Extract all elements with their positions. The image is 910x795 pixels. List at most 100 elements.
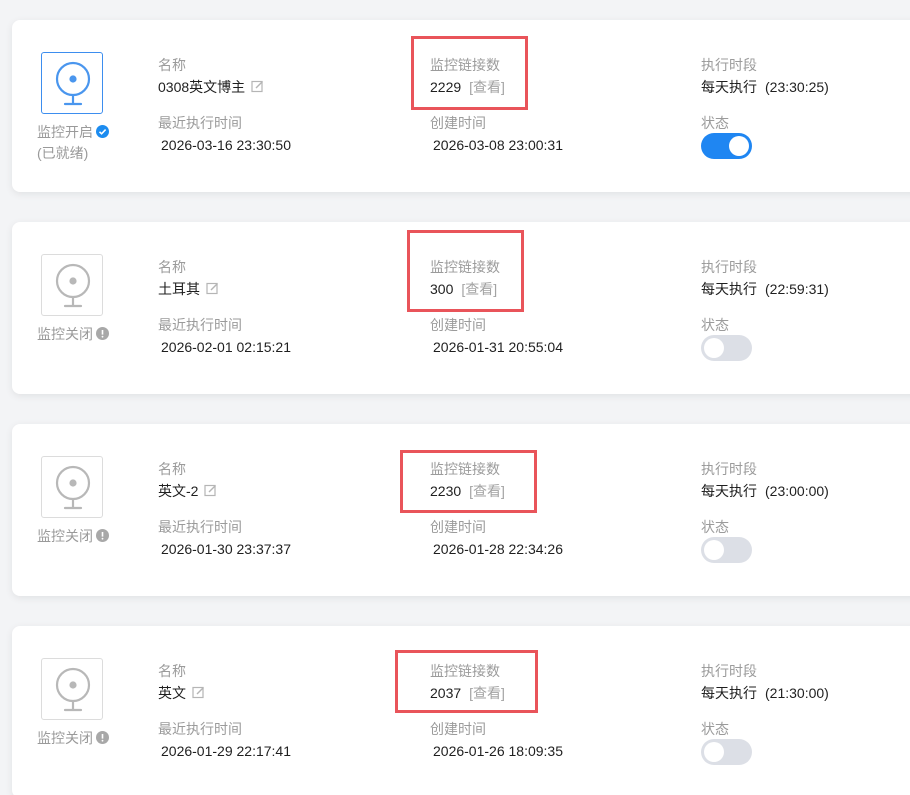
link-count: 2229 [查看] bbox=[430, 78, 505, 96]
status-label: 状态 bbox=[701, 115, 729, 131]
link-count: 2037 [查看] bbox=[430, 684, 505, 702]
schedule-time: (23:00:00) bbox=[765, 483, 829, 499]
name-label: 名称 bbox=[158, 57, 186, 73]
created-label: 创建时间 bbox=[430, 115, 486, 131]
schedule-value: 每天执行 (23:30:25) bbox=[701, 78, 829, 96]
monitor-name: 0308英文博主 bbox=[158, 78, 264, 97]
toggle-knob bbox=[704, 540, 724, 560]
created-value: 2026-03-08 23:00:31 bbox=[430, 136, 563, 154]
status-label: 状态 bbox=[701, 317, 729, 333]
monitor-name-text: 0308英文博主 bbox=[158, 79, 246, 95]
schedule-text: 每天执行 bbox=[701, 79, 757, 95]
created-value: 2026-01-26 18:09:35 bbox=[430, 742, 563, 760]
last-run-value: 2026-01-29 22:17:41 bbox=[158, 742, 291, 760]
last-run-text: 2026-01-29 22:17:41 bbox=[161, 743, 291, 759]
camera-thumbnail bbox=[41, 254, 103, 316]
monitor-toggle[interactable] bbox=[701, 335, 752, 361]
check-circle-icon bbox=[96, 125, 109, 138]
created-text: 2026-01-31 20:55:04 bbox=[433, 339, 563, 355]
webcam-icon bbox=[55, 667, 91, 712]
last-run-text: 2026-02-01 02:15:21 bbox=[161, 339, 291, 355]
monitor-status-text: 监控关闭 bbox=[37, 326, 93, 342]
schedule-label: 执行时段 bbox=[701, 461, 757, 477]
link-count-value: 300 bbox=[430, 281, 454, 297]
monitor-toggle[interactable] bbox=[701, 537, 752, 563]
camera-thumbnail bbox=[41, 456, 103, 518]
monitor-status: 监控开启 (已就绪) bbox=[37, 122, 127, 164]
highlight-box bbox=[395, 650, 538, 713]
toggle-knob bbox=[704, 338, 724, 358]
created-label: 创建时间 bbox=[430, 317, 486, 333]
monitor-toggle[interactable] bbox=[701, 133, 752, 159]
edit-icon[interactable] bbox=[204, 483, 217, 501]
view-links-button[interactable]: [查看] bbox=[469, 483, 505, 499]
monitor-status: 监控关闭 bbox=[37, 526, 127, 547]
edit-icon[interactable] bbox=[192, 685, 205, 703]
monitor-card: 监控关闭 名称 英文-2 最近执行时间 2026-01-30 23:37:37 … bbox=[12, 424, 910, 596]
schedule-value: 每天执行 (22:59:31) bbox=[701, 280, 829, 298]
last-run-label: 最近执行时间 bbox=[158, 317, 242, 333]
created-text: 2026-01-26 18:09:35 bbox=[433, 743, 563, 759]
last-run-value: 2026-01-30 23:37:37 bbox=[158, 540, 291, 558]
schedule-text: 每天执行 bbox=[701, 281, 757, 297]
last-run-value: 2026-03-16 23:30:50 bbox=[158, 136, 291, 154]
created-label: 创建时间 bbox=[430, 519, 486, 535]
schedule-label: 执行时段 bbox=[701, 259, 757, 275]
last-run-value: 2026-02-01 02:15:21 bbox=[158, 338, 291, 356]
edit-icon[interactable] bbox=[251, 79, 264, 97]
webcam-icon bbox=[55, 263, 91, 308]
schedule-label: 执行时段 bbox=[701, 57, 757, 73]
created-value: 2026-01-28 22:34:26 bbox=[430, 540, 563, 558]
created-text: 2026-01-28 22:34:26 bbox=[433, 541, 563, 557]
webcam-icon bbox=[55, 61, 91, 106]
view-links-button[interactable]: [查看] bbox=[461, 281, 497, 297]
schedule-text: 每天执行 bbox=[701, 685, 757, 701]
last-run-text: 2026-01-30 23:37:37 bbox=[161, 541, 291, 557]
camera-thumbnail bbox=[41, 658, 103, 720]
link-count-label: 监控链接数 bbox=[430, 259, 500, 275]
monitor-card: 监控开启 (已就绪) 名称 0308英文博主 最近执行时间 2026-03-16… bbox=[12, 20, 910, 192]
schedule-text: 每天执行 bbox=[701, 483, 757, 499]
monitor-name-text: 英文-2 bbox=[158, 483, 199, 499]
toggle-knob bbox=[704, 742, 724, 762]
exclamation-circle-icon bbox=[96, 529, 109, 542]
exclamation-circle-icon bbox=[96, 327, 109, 340]
created-text: 2026-03-08 23:00:31 bbox=[433, 137, 563, 153]
monitor-status-text: 监控关闭 bbox=[37, 528, 93, 544]
name-label: 名称 bbox=[158, 461, 186, 477]
link-count-label: 监控链接数 bbox=[430, 461, 500, 477]
monitor-name: 英文-2 bbox=[158, 482, 217, 501]
link-count-label: 监控链接数 bbox=[430, 663, 500, 679]
schedule-value: 每天执行 (21:30:00) bbox=[701, 684, 829, 702]
toggle-knob bbox=[729, 136, 749, 156]
monitor-card: 监控关闭 名称 土耳其 最近执行时间 2026-02-01 02:15:21 监… bbox=[12, 222, 910, 394]
monitor-name-text: 英文 bbox=[158, 685, 186, 701]
schedule-time: (21:30:00) bbox=[765, 685, 829, 701]
exclamation-circle-icon bbox=[96, 731, 109, 744]
link-count-value: 2230 bbox=[430, 483, 462, 499]
last-run-label: 最近执行时间 bbox=[158, 115, 242, 131]
link-count: 300 [查看] bbox=[430, 280, 497, 298]
monitor-toggle[interactable] bbox=[701, 739, 752, 765]
name-label: 名称 bbox=[158, 259, 186, 275]
monitor-card: 监控关闭 名称 英文 最近执行时间 2026-01-29 22:17:41 监控… bbox=[12, 626, 910, 795]
last-run-text: 2026-03-16 23:30:50 bbox=[161, 137, 291, 153]
monitor-name: 土耳其 bbox=[158, 280, 219, 299]
link-count-value: 2037 bbox=[430, 685, 462, 701]
link-count: 2230 [查看] bbox=[430, 482, 505, 500]
monitor-status: 监控关闭 bbox=[37, 728, 127, 749]
last-run-label: 最近执行时间 bbox=[158, 721, 242, 737]
monitor-list: 监控开启 (已就绪) 名称 0308英文博主 最近执行时间 2026-03-16… bbox=[0, 0, 910, 795]
schedule-value: 每天执行 (23:00:00) bbox=[701, 482, 829, 500]
view-links-button[interactable]: [查看] bbox=[469, 685, 505, 701]
schedule-label: 执行时段 bbox=[701, 663, 757, 679]
monitor-status-text: 监控关闭 bbox=[37, 730, 93, 746]
monitor-status-text: 监控开启 bbox=[37, 124, 93, 140]
edit-icon[interactable] bbox=[206, 281, 219, 299]
monitor-name-text: 土耳其 bbox=[158, 281, 200, 297]
name-label: 名称 bbox=[158, 663, 186, 679]
status-label: 状态 bbox=[701, 721, 729, 737]
created-value: 2026-01-31 20:55:04 bbox=[430, 338, 563, 356]
view-links-button[interactable]: [查看] bbox=[469, 79, 505, 95]
schedule-time: (23:30:25) bbox=[765, 79, 829, 95]
